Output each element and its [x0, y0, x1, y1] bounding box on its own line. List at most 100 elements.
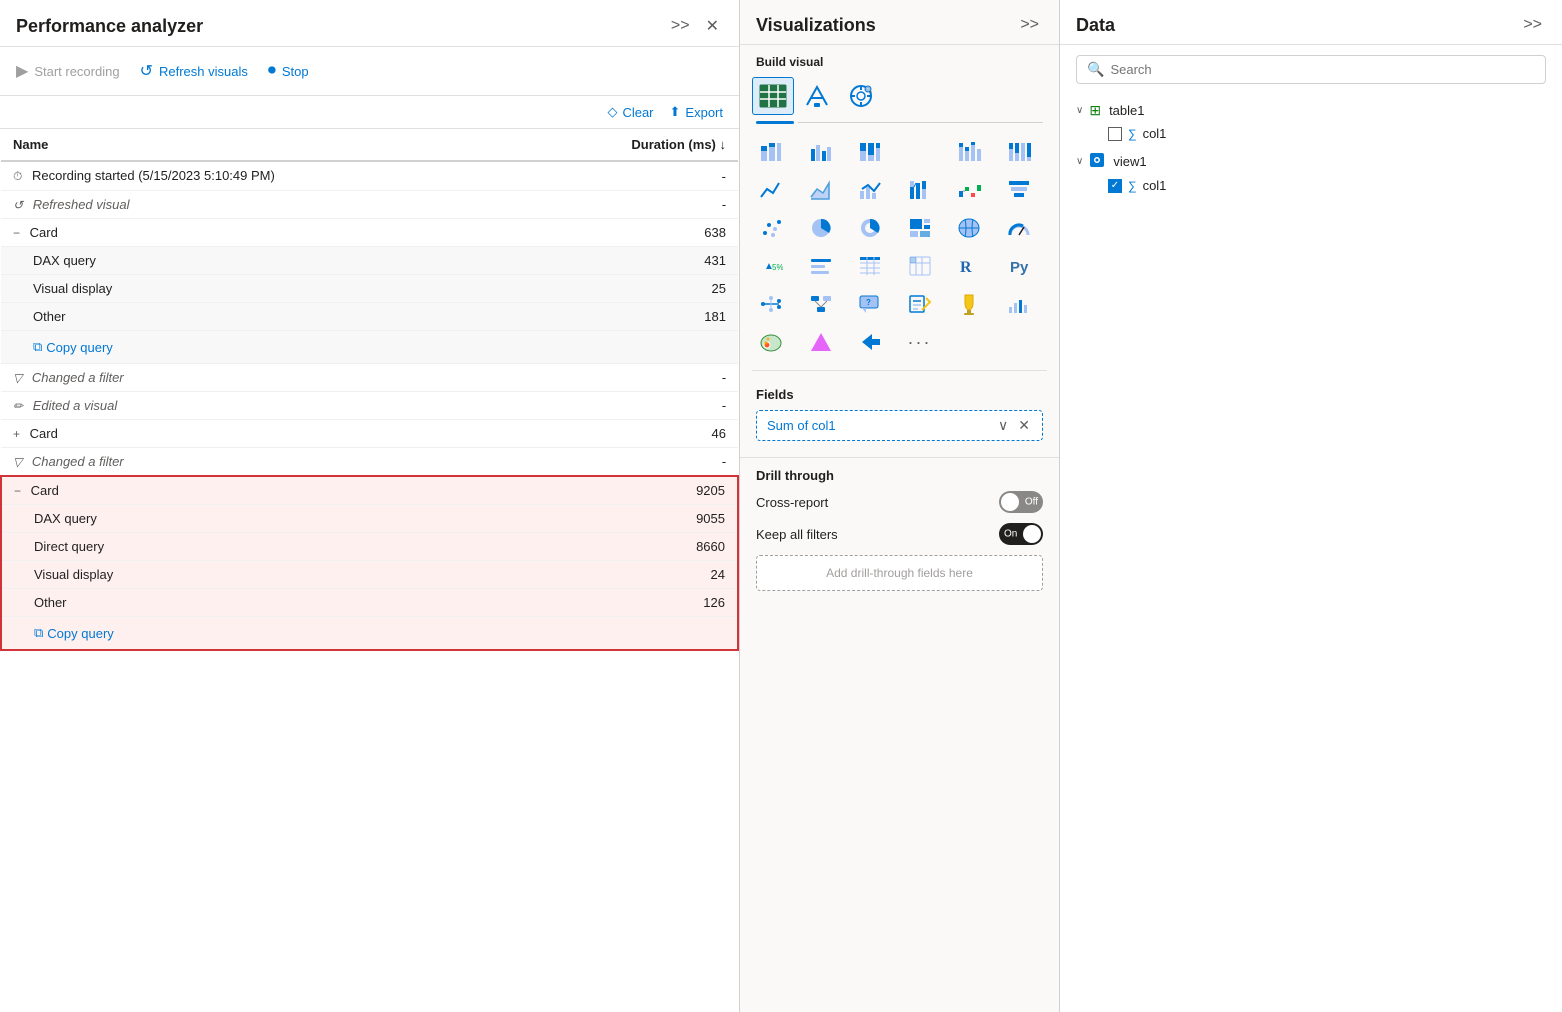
- start-recording-label: Start recording: [34, 64, 119, 79]
- viz-smart-narrative-btn[interactable]: [901, 286, 939, 322]
- viz-stacked-col-btn[interactable]: [950, 134, 988, 170]
- row-name: Visual display: [1, 561, 522, 589]
- row-label: Changed a filter: [32, 454, 124, 469]
- keep-filters-toggle[interactable]: On: [999, 523, 1043, 545]
- collapse-perf-panel-button[interactable]: >>: [667, 14, 694, 38]
- viz-ribbon-btn[interactable]: [901, 172, 939, 208]
- col-name-header[interactable]: Name: [1, 129, 522, 161]
- tree-child-table1-col1[interactable]: ∑ col1: [1060, 123, 1562, 144]
- viz-area-btn[interactable]: [802, 172, 840, 208]
- viz-hierarchy-btn[interactable]: [802, 286, 840, 322]
- viz-map2-btn[interactable]: [752, 324, 790, 360]
- viz-main-icons-row: 🔍: [740, 73, 1059, 119]
- clear-button[interactable]: ◇ Clear: [607, 104, 653, 120]
- viz-treemap-btn[interactable]: [901, 210, 939, 246]
- viz-clustered-bar-btn[interactable]: [802, 134, 840, 170]
- viz-python-btn[interactable]: Py: [1000, 248, 1038, 284]
- viz-100-stacked-col-btn[interactable]: [1000, 134, 1038, 170]
- start-recording-button[interactable]: ▶ Start recording: [16, 57, 120, 85]
- drill-through-label: Drill through: [756, 468, 1043, 483]
- drill-through-field-box: Add drill-through fields here: [756, 555, 1043, 591]
- viz-table-viz-btn[interactable]: [851, 248, 889, 284]
- viz-map-btn[interactable]: [950, 210, 988, 246]
- viz-clustered-col-btn[interactable]: [901, 134, 939, 170]
- tree-item-table1[interactable]: ∨ ⊞ table1: [1060, 98, 1562, 123]
- viz-format-icon-btn[interactable]: [796, 77, 838, 115]
- table-row: ▽ Changed a filter -: [1, 364, 738, 392]
- table-row: ✏ Edited a visual -: [1, 392, 738, 420]
- viz-more-btn[interactable]: ···: [901, 324, 939, 360]
- performance-analyzer-panel: Performance analyzer >> ✕ ▶ Start record…: [0, 0, 740, 1012]
- field-chip-text: Sum of col1: [767, 418, 836, 433]
- viz-funnel-btn[interactable]: [1000, 172, 1038, 208]
- viz-bar-small-btn[interactable]: [1000, 286, 1038, 322]
- tree-label-view1-col1: col1: [1143, 178, 1167, 193]
- checkbox-table1-col1[interactable]: [1108, 127, 1122, 141]
- fields-section: Fields Sum of col1 ∨ ✕: [740, 377, 1059, 457]
- viz-table-icon-btn[interactable]: [752, 77, 794, 115]
- viz-slicer-btn[interactable]: [802, 248, 840, 284]
- toggle-off-label: Off: [1025, 497, 1038, 508]
- row-name: − Card: [1, 219, 522, 247]
- table-row: + Card 46: [1, 420, 738, 448]
- viz-matrix-btn[interactable]: [901, 248, 939, 284]
- toggle-on-label: On: [1004, 529, 1017, 540]
- data-panel: Data >> 🔍 ∨ ⊞ table1 ∑ col1 ∨ view1: [1060, 0, 1562, 1012]
- export-button[interactable]: ⬆ Export: [670, 104, 723, 120]
- table-row: − Card 9205: [1, 476, 738, 505]
- viz-analytics-icon-btn[interactable]: 🔍: [840, 77, 882, 115]
- table-row: ⏱ Recording started (5/15/2023 5:10:49 P…: [1, 161, 738, 191]
- viz-gauge-btn[interactable]: [1000, 210, 1038, 246]
- row-copy-query[interactable]: ⧉ Copy query: [1, 331, 522, 364]
- row-duration: -: [522, 161, 738, 191]
- viz-100-stacked-bar-btn[interactable]: [851, 134, 889, 170]
- sigma-icon-table1-col1: ∑: [1128, 127, 1137, 141]
- viz-shapes-btn[interactable]: [802, 324, 840, 360]
- checkbox-view1-col1[interactable]: ✓: [1108, 179, 1122, 193]
- field-chip-chevron-btn[interactable]: ∨: [996, 417, 1010, 434]
- cross-report-toggle[interactable]: Off: [999, 491, 1043, 513]
- minus2-icon: −: [14, 484, 21, 498]
- row-label: Card: [30, 426, 58, 441]
- viz-r-script-btn[interactable]: R: [950, 248, 988, 284]
- copy-query-button[interactable]: ⧉ Copy query: [33, 337, 113, 357]
- timer-icon: ⏱: [13, 169, 22, 183]
- viz-scatter-btn[interactable]: [752, 210, 790, 246]
- collapse-viz-panel-button[interactable]: >>: [1016, 14, 1043, 36]
- viz-trophy-btn[interactable]: [950, 286, 988, 322]
- viz-line-clustered-btn[interactable]: [851, 172, 889, 208]
- viz-icons-grid: ▲5% R Py ?: [740, 130, 1059, 364]
- perf-table: Name Duration (ms) ↓ ⏱ Recording started…: [0, 129, 739, 651]
- row-duration: 25: [522, 275, 738, 303]
- field-chip-remove-btn[interactable]: ✕: [1016, 417, 1032, 434]
- tree-item-view1[interactable]: ∨ view1: [1060, 148, 1562, 175]
- close-icon: ✕: [706, 16, 719, 36]
- viz-donut-btn[interactable]: [851, 210, 889, 246]
- row-duration: [522, 617, 738, 651]
- svg-text:🔍: 🔍: [866, 87, 872, 94]
- search-input[interactable]: [1110, 62, 1535, 77]
- copy-query-button-2[interactable]: ⧉ Copy query: [34, 623, 114, 643]
- viz-stacked-bar-btn[interactable]: [752, 134, 790, 170]
- refresh-visuals-button[interactable]: ↺ Refresh visuals: [140, 57, 248, 85]
- keep-all-filters-row: Keep all filters On: [756, 523, 1043, 545]
- more-visuals-icon: ···: [908, 332, 932, 353]
- viz-kpi-btn[interactable]: ▲5%: [752, 248, 790, 284]
- viz-line-btn[interactable]: [752, 172, 790, 208]
- viz-pie-btn[interactable]: [802, 210, 840, 246]
- row-name: ↺ Refreshed visual: [1, 191, 522, 219]
- visualizations-panel: Visualizations >> Build visual: [740, 0, 1060, 1012]
- row-label: Edited a visual: [33, 398, 118, 413]
- row-name[interactable]: ⧉ Copy query: [1, 617, 522, 651]
- viz-waterfall-btn[interactable]: [950, 172, 988, 208]
- collapse-data-panel-button[interactable]: >>: [1519, 14, 1546, 36]
- col-duration-header[interactable]: Duration (ms) ↓: [522, 129, 738, 161]
- close-perf-panel-button[interactable]: ✕: [702, 14, 723, 38]
- viz-arrows-btn[interactable]: [851, 324, 889, 360]
- viz-qa-btn[interactable]: ?: [851, 286, 889, 322]
- row-duration: 46: [522, 420, 738, 448]
- viz-decomp-tree-btn[interactable]: [752, 286, 790, 322]
- tree-child-view1-col1[interactable]: ✓ ∑ col1: [1060, 175, 1562, 196]
- stop-button[interactable]: ⏺ Stop: [268, 58, 309, 84]
- viz-panel-title: Visualizations: [756, 15, 876, 36]
